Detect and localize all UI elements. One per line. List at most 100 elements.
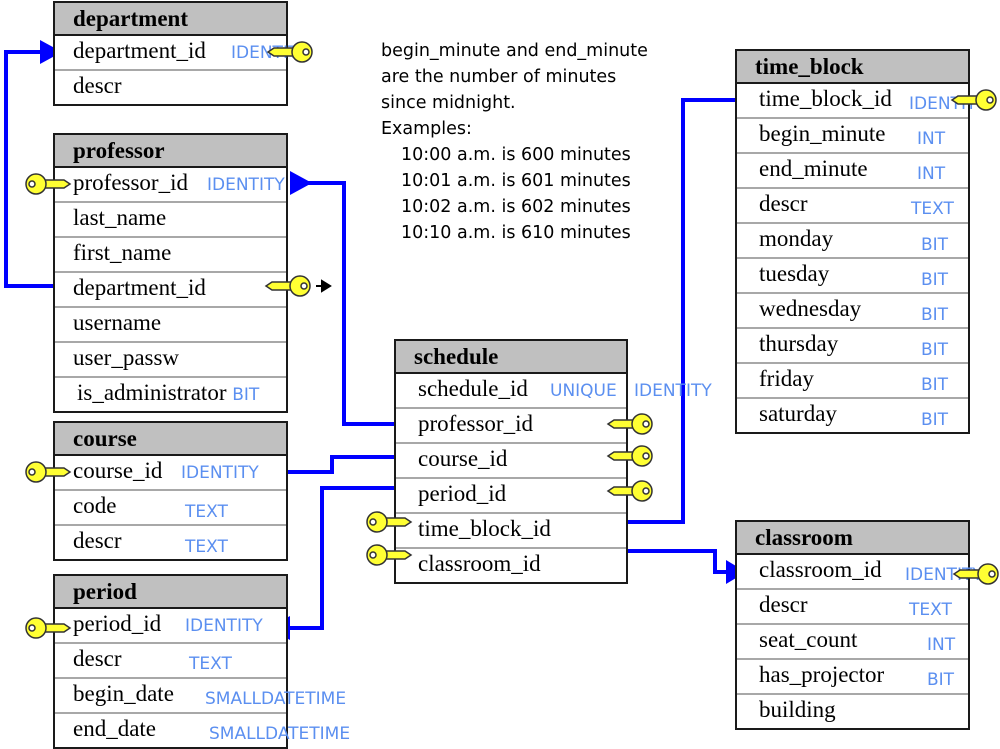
column-row[interactable]: user_passw [55, 343, 286, 378]
column-type-secondary: IDENTITY [634, 381, 712, 401]
link-schedule-course [284, 455, 398, 474]
column-name: thursday [759, 331, 839, 356]
column-name: descr [759, 592, 808, 617]
column-row[interactable]: course_id [396, 444, 626, 479]
table-department[interactable]: department department_idIDENTITY descr [53, 1, 309, 106]
table-period[interactable]: period period_id IDENTITY descr TEXT begin… [53, 574, 350, 749]
column-row[interactable]: seat_count INT [737, 625, 968, 660]
column-name: tuesday [759, 261, 830, 286]
column-type: INT [917, 129, 946, 149]
link-professor-department [4, 50, 60, 288]
column-row[interactable]: descr TEXT [55, 644, 286, 679]
column-row[interactable]: thursday BIT [737, 329, 968, 364]
column-row[interactable]: department_id [55, 273, 286, 308]
column-row[interactable]: building [737, 695, 968, 728]
column-row[interactable]: department_idIDENTITY [55, 36, 309, 71]
column-row[interactable]: professor_id [396, 409, 626, 444]
column-row[interactable]: begin_minute INT [737, 119, 968, 154]
column-name: descr [73, 646, 122, 671]
column-type: INT [927, 635, 956, 655]
column-row[interactable]: descr TEXT [55, 526, 286, 559]
table-schedule[interactable]: schedule schedule_id UNIQUE IDENTITY profe… [394, 339, 712, 584]
primary-key-icon [25, 461, 72, 483]
column-name: course_id [418, 446, 508, 471]
column-row[interactable]: is_administrator BIT [55, 378, 286, 411]
column-row[interactable]: time_block_id [396, 514, 626, 549]
table-header: schedule [396, 341, 626, 374]
column-name: end_date [73, 716, 157, 741]
column-name: building [759, 697, 836, 722]
column-row[interactable]: last_name [55, 203, 286, 238]
note-example: 10:01 a.m. is 601 minutes [401, 171, 631, 191]
column-name: last_name [73, 205, 167, 230]
column-row[interactable]: friday BIT [737, 364, 968, 399]
column-row[interactable]: professor_id IDENTITY [55, 168, 286, 203]
column-row[interactable]: wednesday BIT [737, 294, 968, 329]
column-name: classroom_id [759, 557, 882, 582]
column-type: TEXT [185, 502, 228, 522]
foreign-key-icon [950, 89, 997, 111]
column-type: SMALLDATETIME [209, 724, 351, 744]
table-professor[interactable]: professor professor_id IDENTITY last_name… [53, 133, 288, 413]
column-row[interactable]: period_id [396, 479, 626, 514]
column-name: department_id [73, 275, 206, 300]
column-type: BIT [921, 305, 949, 325]
arrowhead-professor [290, 171, 312, 195]
column-type: IDENTITY [207, 175, 285, 195]
foreign-key-icon [266, 41, 313, 63]
column-row[interactable]: saturday BIT [737, 399, 968, 432]
column-row[interactable]: tuesday BIT [737, 259, 968, 294]
column-row[interactable]: course_id IDENTITY [55, 456, 286, 491]
column-name: seat_count [759, 627, 858, 652]
column-name: begin_minute [759, 121, 886, 146]
column-name: classroom_id [418, 551, 541, 576]
column-name: time_block_id [418, 516, 551, 541]
column-type: IDENTITY [181, 463, 259, 483]
column-name: first_name [73, 240, 172, 265]
column-type: TEXT [909, 600, 952, 620]
column-row[interactable]: begin_date SMALLDATETIME [55, 679, 346, 714]
column-row[interactable]: end_date SMALLDATETIME [55, 714, 350, 747]
column-row[interactable]: first_name [55, 238, 286, 273]
column-row[interactable]: period_id IDENTITY [55, 609, 286, 644]
note-example: 10:02 a.m. is 602 minutes [401, 197, 631, 217]
column-row[interactable]: descr TEXT [737, 590, 968, 625]
column-type: SMALLDATETIME [205, 689, 347, 709]
column-type: TEXT [911, 199, 954, 219]
column-name: period_id [73, 611, 162, 636]
column-row[interactable]: classroom_id [396, 549, 626, 582]
table-header: course [55, 423, 286, 456]
column-name: has_projector [759, 662, 885, 687]
foreign-key-icon [264, 275, 311, 297]
column-row[interactable]: monday BIT [737, 224, 968, 259]
column-type: BIT [921, 410, 949, 430]
column-name: saturday [759, 401, 837, 426]
column-name: descr [73, 528, 122, 553]
column-type: BIT [921, 235, 949, 255]
column-name: descr [73, 73, 122, 98]
column-type: TEXT [189, 654, 232, 674]
column-row[interactable]: descr TEXT [737, 189, 968, 224]
table-classroom[interactable]: classroom classroom_id IDENTITY descr TEXT… [735, 520, 983, 730]
column-row[interactable]: time_block_id IDENTITY [737, 84, 987, 119]
column-row[interactable]: schedule_id UNIQUE IDENTITY [396, 374, 712, 409]
note-line: Examples: [381, 119, 472, 139]
note-example: 10:10 a.m. is 610 minutes [401, 223, 631, 243]
column-row[interactable]: descr [55, 71, 286, 104]
primary-key-icon [25, 617, 72, 639]
table-course[interactable]: course course_id IDENTITY code TEXT descr T… [53, 421, 288, 561]
column-type: BIT [927, 670, 955, 690]
column-type: BIT [232, 385, 260, 405]
column-row[interactable]: username [55, 308, 286, 343]
table-time-block[interactable]: time_block time_block_id IDENTITY begin_m… [735, 49, 987, 434]
table-header: classroom [737, 522, 968, 555]
column-name: professor_id [73, 170, 188, 195]
column-name: monday [759, 226, 834, 251]
column-row[interactable]: code TEXT [55, 491, 286, 526]
column-row[interactable]: classroom_id IDENTITY [737, 555, 983, 590]
fk-arrowhead [321, 279, 332, 293]
note-text: begin_minute and end_minute are the numb… [381, 38, 648, 246]
column-row[interactable]: has_projector BIT [737, 660, 968, 695]
column-name: wednesday [759, 296, 862, 321]
column-row[interactable]: end_minute INT [737, 154, 968, 189]
